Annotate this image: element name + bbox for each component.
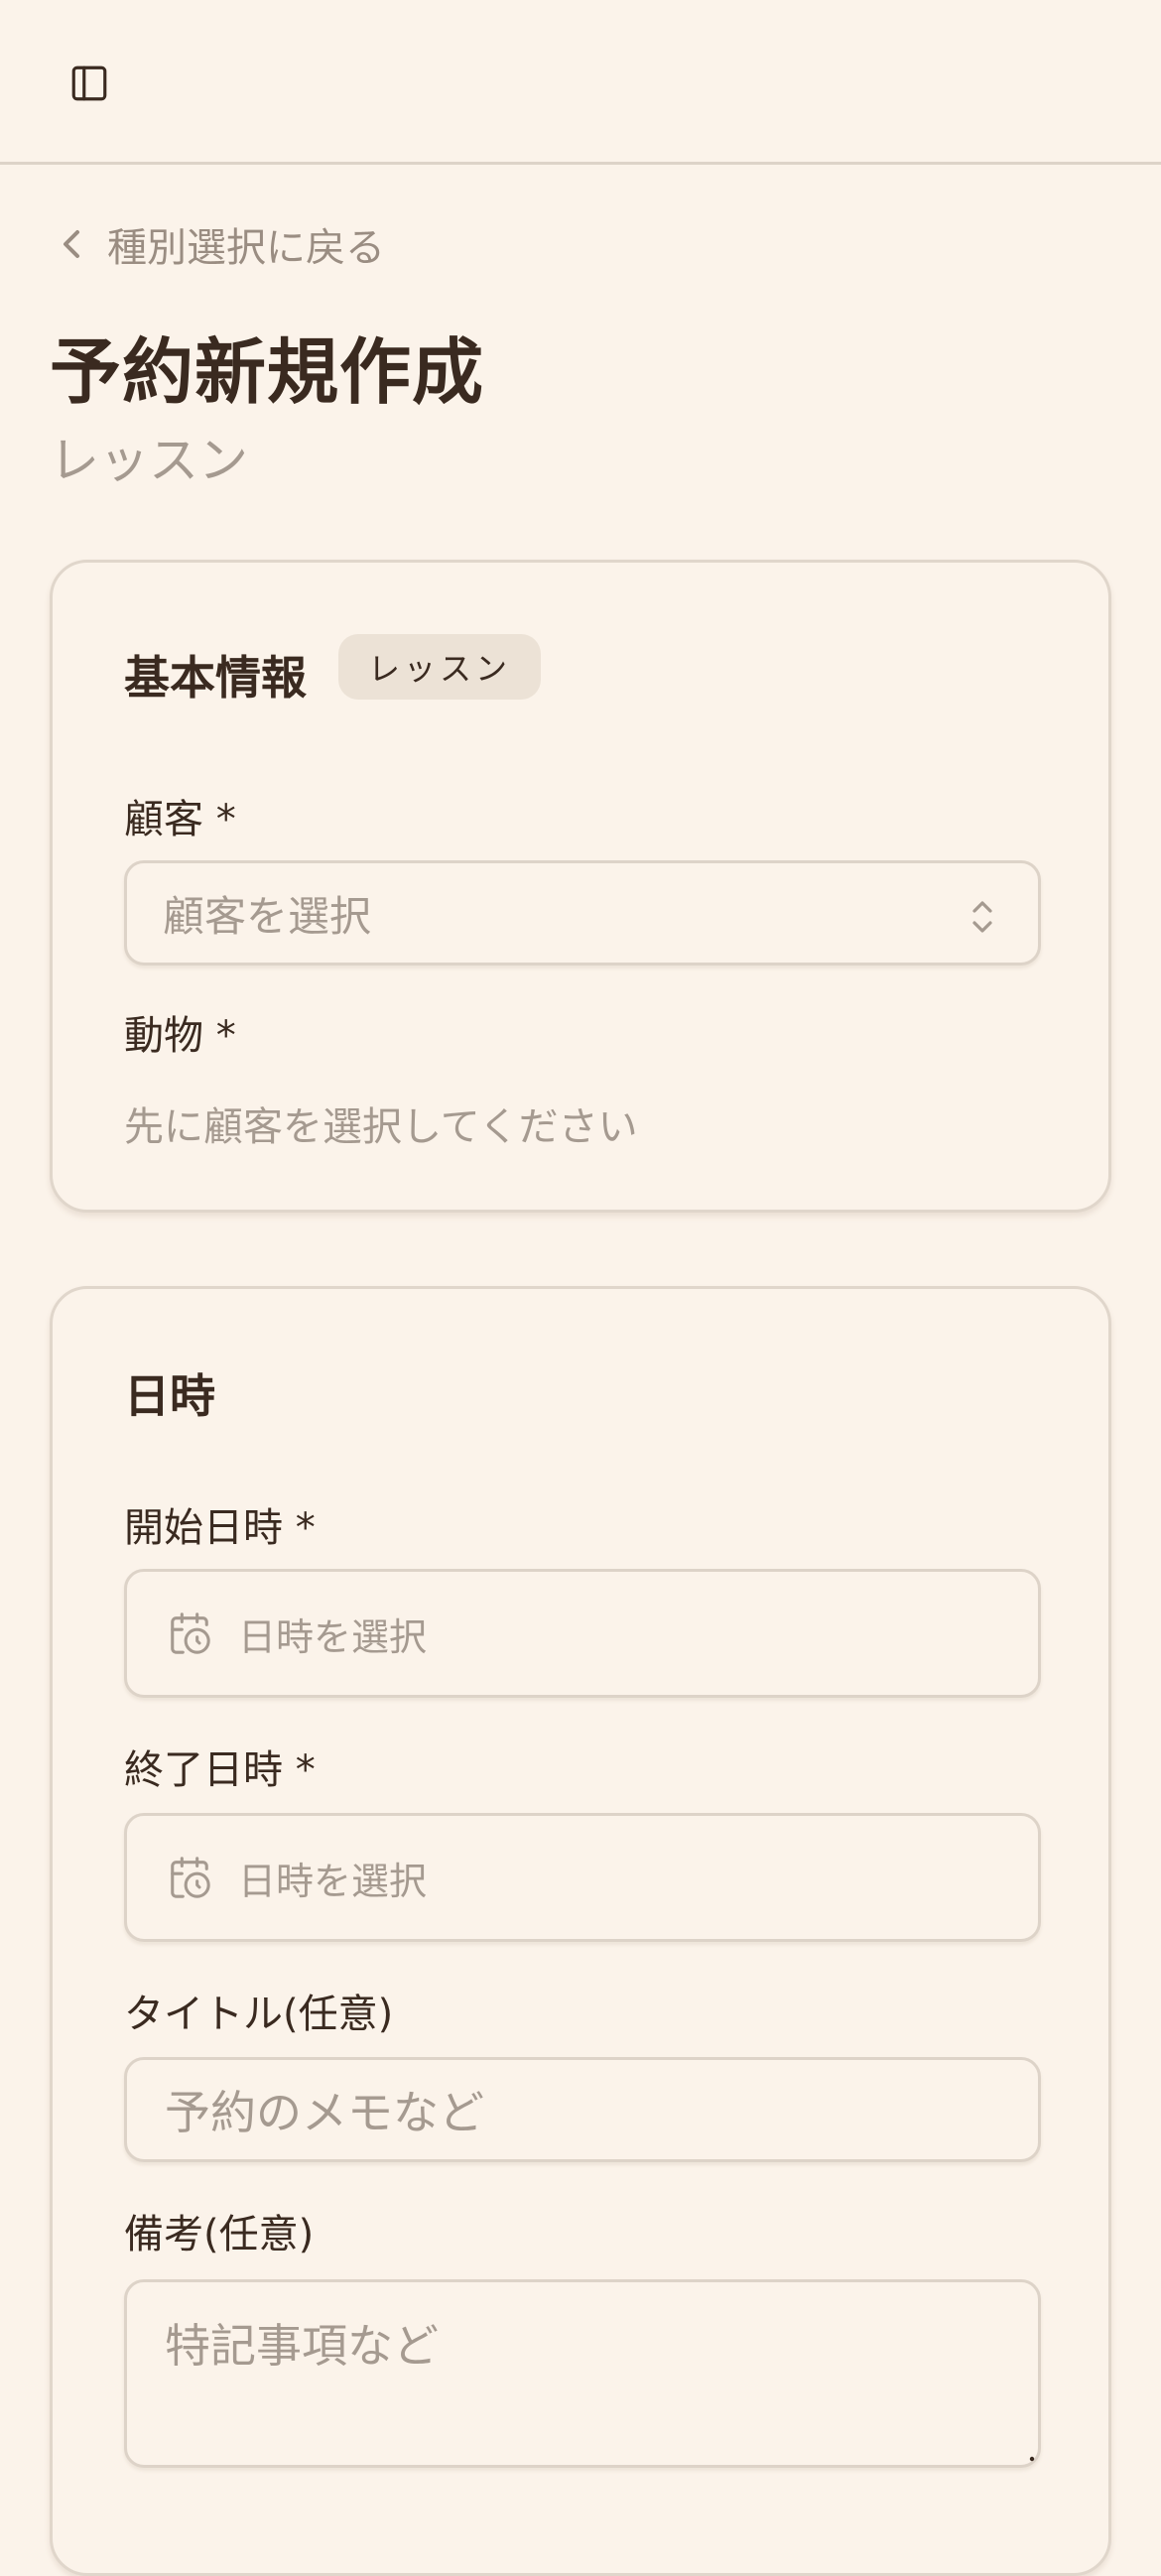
end-datetime-label: 終了日時 * <box>124 1747 316 1793</box>
start-datetime-label: 開始日時 * <box>124 1505 316 1551</box>
customer-select-placeholder: 顧客を選択 <box>163 891 372 941</box>
sidebar-toggle-icon <box>71 65 107 101</box>
animal-label: 動物 * <box>124 1013 236 1059</box>
basic-info-title: 基本情報 <box>124 651 307 705</box>
notes-textarea[interactable]: 特記事項など <box>124 2279 1041 2468</box>
title-input-placeholder: 予約のメモなど <box>165 2086 484 2139</box>
page-subtitle: レッスン <box>50 432 248 489</box>
end-datetime-placeholder: 日時を選択 <box>238 1859 428 1903</box>
end-datetime-picker[interactable]: 日時を選択 <box>124 1813 1041 1942</box>
back-to-type-selection-link[interactable]: 種別選択に戻る <box>58 214 385 274</box>
type-badge: レッスン <box>338 634 542 700</box>
datetime-card: 日時 開始日時 * 日時を選択 終了日時 * 日時を選択 タイトル(任意) 予約… <box>50 1286 1111 2576</box>
chevron-up-down-icon <box>972 901 992 933</box>
resize-handle-icon[interactable] <box>1026 2453 1036 2463</box>
back-link-label: 種別選択に戻る <box>107 225 385 271</box>
start-datetime-placeholder: 日時を選択 <box>238 1614 428 1659</box>
top-bar <box>0 0 1161 165</box>
datetime-title: 日時 <box>124 1369 215 1423</box>
chevron-left-icon <box>64 230 79 258</box>
customer-select[interactable]: 顧客を選択 <box>124 860 1041 966</box>
animal-hint: 先に顧客を選択してください <box>124 1104 638 1150</box>
page-title: 予約新規作成 <box>50 330 485 414</box>
start-datetime-picker[interactable]: 日時を選択 <box>124 1569 1041 1698</box>
calendar-clock-icon <box>171 1857 210 1898</box>
notes-label: 備考(任意) <box>124 2212 315 2257</box>
sidebar-toggle-button[interactable] <box>62 58 117 109</box>
calendar-clock-icon <box>171 1612 210 1654</box>
title-input[interactable]: 予約のメモなど <box>124 2057 1041 2162</box>
customer-label: 顧客 * <box>124 797 236 842</box>
title-label: タイトル(任意) <box>124 1992 394 2037</box>
notes-textarea-placeholder: 特記事項など <box>165 2319 439 2373</box>
basic-info-card: 基本情報 レッスン 顧客 * 顧客を選択 動物 * 先に顧客を選択してください <box>50 560 1111 1213</box>
